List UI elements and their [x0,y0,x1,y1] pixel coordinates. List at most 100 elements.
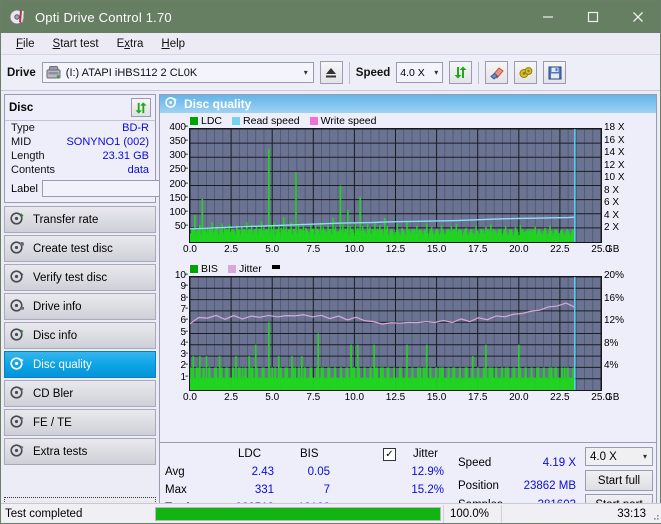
drive-label: Drive [7,66,36,79]
sidebar: Disc Type BD-R MID SONYNO1 (002) Length … [1,91,213,521]
stats-speed-label: Speed [458,457,492,469]
disc-row-mid: MID SONYNO1 (002) [5,135,155,149]
stats-ldc-avg: 2.43 [251,466,274,478]
status-bar: Test completed 100.0% 33:13 [1,503,661,523]
y2-tick-label: 2 X [604,222,620,234]
y2-tick-label: 16% [604,292,625,304]
y-tick-label: 400 [169,122,186,133]
speed-select[interactable]: 4.0 X ▾ [396,62,444,83]
stats-bis-max: 7 [323,484,330,496]
app-disc-icon [9,8,27,26]
application-window: Opti Drive Control 1.70 File Start test … [0,0,661,524]
x-tick-label: 7.5 [306,392,321,403]
close-button[interactable] [615,1,660,32]
y-tick-label: 250 [169,164,186,176]
x-tick-label: 22.5 [550,244,570,255]
disc-icon [10,327,25,345]
sidebar-item-label: Transfer rate [33,213,99,226]
chevron-down-icon: ▾ [642,452,647,461]
minimize-button[interactable] [525,1,570,32]
x-tick-label: 12.5 [385,392,406,403]
window-title: Opti Drive Control 1.70 [35,9,172,25]
speed-value: 4.0 X [400,66,425,79]
y2-tick-label: 16 X [604,134,625,146]
chevron-down-icon: ▾ [434,68,439,77]
drive-value: (I:) ATAPI iHBS112 2 CL0K [65,66,198,79]
y-tick-mark: - [185,280,189,292]
y2-tick-label: 10 X [604,172,625,184]
sidebar-item-extra-tests[interactable]: Extra tests [4,438,156,465]
y-tick-label: 300 [169,150,186,162]
y-tick-mark: - [185,121,189,132]
y-tick-mark: - [185,336,189,348]
eject-button[interactable] [319,61,343,84]
y-tick-label: 200 [169,178,186,190]
stats-speed-select[interactable]: 4.0 X ▾ [585,447,653,466]
y-tick-label: 9 [180,281,186,293]
disc-icon [10,414,25,432]
y-tick-label: 4 [180,337,186,349]
sidebar-item-disc-info[interactable]: Disc info [4,322,156,349]
progress-percent: 100.0% [443,504,501,523]
sidebar-item-disc-quality[interactable]: Disc quality [4,351,156,378]
stats-header-bis: BIS [300,448,319,460]
chart-top-plot[interactable] [189,128,602,243]
sidebar-item-drive-info[interactable]: Drive info [4,293,156,320]
disc-length-value: 23.31 GB [102,150,149,162]
eraser-button[interactable] [485,61,509,84]
save-button[interactable] [543,61,567,84]
toolbar-divider [348,61,350,84]
stats-jitter-max: 15.2% [411,484,444,496]
title-bar: Opti Drive Control 1.70 [1,1,660,33]
jitter-checkbox[interactable]: ✓ [383,448,396,461]
menu-start-test[interactable]: Start test [44,36,108,52]
maximize-button[interactable] [570,1,615,32]
toolbar-divider-2 [478,61,480,84]
drive-select[interactable]: (I:) ATAPI iHBS112 2 CL0K ▾ [41,62,314,83]
y-tick-mark: - [185,348,189,360]
chart-bottom[interactable]: 1-2-3-4-5-6-7-8-9-10-4% 8% 12% 16% 20% 0.0 2.5… [160,261,657,421]
chart-top[interactable]: 50-100-150-200-250-300-350-400-2 X4 X6 X… [160,113,657,263]
disc-label-caption: Label [11,182,38,195]
sidebar-item-label: Disc quality [33,358,92,371]
y-tick-mark: - [185,269,189,280]
sidebar-item-label: Verify test disc [33,271,108,284]
menu-extra[interactable]: Extra [108,36,153,52]
x-tick-label: 0.0 [183,392,197,403]
chart-bottom-plot[interactable] [189,276,602,391]
start-full-button[interactable]: Start full [585,470,653,491]
sidebar-item-cd-bler[interactable]: CD Bler [4,380,156,407]
sidebar-item-label: FE / TE [33,416,72,429]
menu-file[interactable]: File [7,36,44,52]
disc-contents-label: Contents [11,164,56,176]
sidebar-item-fe-te[interactable]: FE / TE [4,409,156,436]
bell-button[interactable] [514,61,538,84]
sidebar-item-verify-test-disc[interactable]: Verify test disc [4,264,156,291]
y-tick-mark: - [185,177,189,189]
menu-help[interactable]: Help [152,36,194,52]
y-tick-mark: - [185,219,189,231]
y-tick-mark: - [185,302,189,314]
y-tick-mark: - [185,191,189,203]
resize-grip[interactable] [650,511,660,521]
stats-bis-avg: 0.05 [307,466,330,478]
disc-mid-value: SONYNO1 (002) [66,136,149,148]
disc-row-contents: Contents data [5,163,155,177]
status-text: Test completed [5,507,83,520]
disc-icon [10,356,25,374]
disc-icon [10,298,25,316]
sidebar-item-create-test-disc[interactable]: Create test disc [4,235,156,262]
speed-label: Speed [355,66,391,79]
progress-bar [155,506,441,521]
y-tick-label: 1 [180,371,186,383]
y-tick-label: 350 [169,136,186,148]
y2-tick-label: 4 X [604,209,620,221]
refresh-button[interactable] [449,61,473,84]
drive-icon [46,65,62,80]
sidebar-item-transfer-rate[interactable]: Transfer rate [4,206,156,233]
x-tick-label: 10.0 [344,244,365,255]
y2-tick-label: 8% [604,337,619,349]
disc-icon [10,385,25,403]
disc-refresh-button[interactable] [131,98,151,117]
